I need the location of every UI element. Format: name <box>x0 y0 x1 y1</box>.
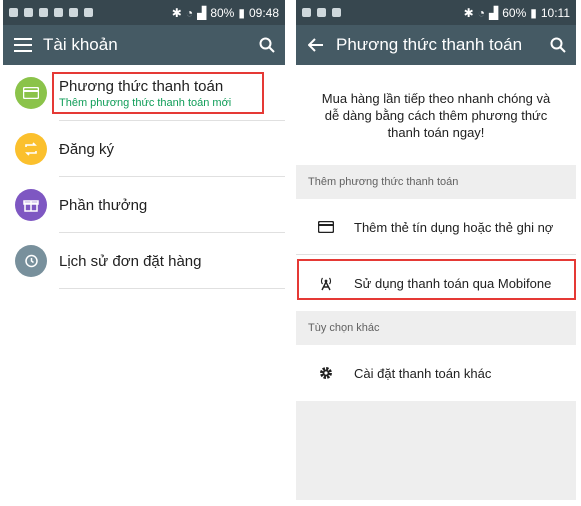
search-button[interactable] <box>249 25 285 65</box>
section-header-add: Thêm phương thức thanh toán <box>296 165 576 199</box>
settings-sync-icon <box>332 8 341 17</box>
antenna-icon <box>320 277 332 291</box>
search-icon <box>259 37 275 53</box>
gallery-icon <box>54 8 63 17</box>
empty-area <box>296 401 576 500</box>
menu-button[interactable] <box>3 25 43 65</box>
add-card-item[interactable]: Thêm thẻ tín dụng hoặc thẻ ghi nợ <box>296 199 576 255</box>
search-icon <box>550 37 566 53</box>
hamburger-icon <box>14 38 32 52</box>
battery-icon: ▮ <box>530 5 537 20</box>
bluetooth-icon: ✱ <box>171 5 182 20</box>
messaging-icon <box>9 8 18 17</box>
search-button[interactable] <box>540 25 576 65</box>
payment-badge <box>15 77 47 109</box>
app-bar: Phương thức thanh toán <box>296 25 576 65</box>
list-item-subscriptions[interactable]: Đăng ký <box>3 121 285 177</box>
missed-call-icon <box>39 8 48 17</box>
status-bar: ✱ ◔ ▟ 60% ▮ 10:11 <box>296 0 576 25</box>
other-settings-label: Cài đặt thanh toán khác <box>354 365 492 381</box>
rewards-badge <box>15 189 47 221</box>
back-arrow-icon <box>308 38 323 52</box>
card-icon <box>23 87 39 99</box>
list-item-subtitle: Thêm phương thức thanh toán mới <box>59 96 232 109</box>
page-title: Tài khoản <box>43 35 118 54</box>
back-button[interactable] <box>296 25 336 65</box>
bluetooth-icon: ✱ <box>463 5 474 20</box>
list-item-payment-methods[interactable]: Phương thức thanh toán Thêm phương thức … <box>3 65 285 121</box>
promo-text: Mua hàng lần tiếp theo nhanh chóng và dễ… <box>321 90 551 140</box>
list-item-label: Đăng ký <box>59 140 115 158</box>
mail-icon <box>302 8 311 17</box>
right-screen: ✱ ◔ ▟ 60% ▮ 10:11 Phương thức thanh toán… <box>296 0 576 500</box>
list-item-label: Phương thức thanh toán <box>59 77 224 95</box>
subscriptions-badge <box>15 133 47 165</box>
battery-percent: 60% <box>502 5 527 20</box>
history-icon <box>25 254 38 268</box>
list-item-label: Phần thưởng <box>59 196 148 214</box>
repeat-icon <box>25 142 37 156</box>
list-item-rewards[interactable]: Phần thưởng <box>3 177 285 233</box>
carrier-billing-item[interactable]: Sử dụng thanh toán qua Mobifone <box>296 255 576 311</box>
wifi-icon: ◔ <box>477 5 485 20</box>
missed-call-icon <box>317 8 326 17</box>
other-settings-item[interactable]: Cài đặt thanh toán khác <box>296 345 576 401</box>
credit-card-icon <box>318 221 334 233</box>
list-item-order-history[interactable]: Lịch sử đơn đặt hàng <box>3 233 285 289</box>
carrier-billing-label: Sử dụng thanh toán qua Mobifone <box>354 275 552 291</box>
signal-icon: ▟ <box>197 5 207 20</box>
left-screen: ✱ ◔ ▟ 80% ▮ 09:48 Tài khoản Phương thức … <box>3 0 285 500</box>
sync-icon <box>69 8 78 17</box>
page-title: Phương thức thanh toán <box>336 35 523 54</box>
clock: 10:11 <box>540 5 570 20</box>
gift-icon <box>23 200 39 212</box>
clock: 09:48 <box>248 5 279 20</box>
gear-icon <box>320 367 332 379</box>
list-item-label: Lịch sử đơn đặt hàng <box>59 252 202 270</box>
wifi-icon: ◔ <box>185 5 194 20</box>
app-bar: Tài khoản <box>3 25 285 65</box>
chat-icon <box>24 8 33 17</box>
section-header-other: Tùy chọn khác <box>296 311 576 345</box>
signal-icon: ▟ <box>488 5 499 20</box>
history-badge <box>15 245 47 277</box>
divider <box>59 288 285 289</box>
add-card-label: Thêm thẻ tín dụng hoặc thẻ ghi nợ <box>354 219 554 235</box>
battery-icon: ▮ <box>238 5 245 20</box>
status-bar: ✱ ◔ ▟ 80% ▮ 09:48 <box>3 0 285 25</box>
mail-icon <box>84 8 93 17</box>
account-list: Phương thức thanh toán Thêm phương thức … <box>3 65 285 289</box>
battery-percent: 80% <box>210 5 235 20</box>
